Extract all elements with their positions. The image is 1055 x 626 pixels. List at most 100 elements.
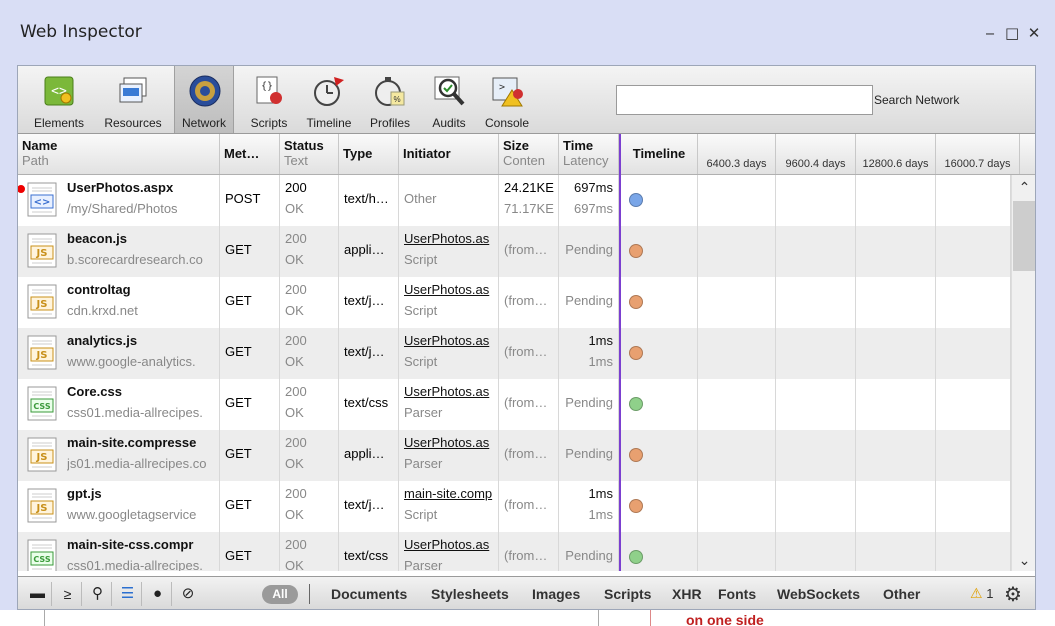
method-cell: GET: [220, 481, 280, 532]
initiator-link[interactable]: UserPhotos.as: [404, 384, 496, 399]
svg-text:CSS: CSS: [33, 555, 50, 564]
file-type-icon: JS: [27, 488, 57, 523]
timeline-marker-icon: [629, 397, 643, 411]
column-header-time[interactable]: Time Latency: [559, 134, 619, 174]
minimize-button[interactable]: ‒: [983, 24, 997, 42]
initiator-kind: Script: [404, 354, 438, 369]
column-title: Size: [503, 138, 530, 153]
size-value: (from…: [504, 293, 548, 308]
size-cell: 24.21KE 71.17KE: [499, 175, 559, 226]
vertical-scrollbar[interactable]: ⌃ ⌄: [1011, 175, 1035, 571]
initiator-link[interactable]: main-site.comp: [404, 486, 496, 501]
table-row[interactable]: CSS Core.css css01.media-allrecipes. GET 200…: [18, 379, 1011, 430]
name-cell: JS analytics.js www.google-analytics.: [18, 328, 220, 379]
filter-documents[interactable]: Documents: [331, 586, 407, 602]
time-cell: Pending: [559, 430, 619, 481]
initiator-link[interactable]: UserPhotos.as: [404, 282, 496, 297]
type-value: appli…: [344, 242, 385, 257]
resource-path: /my/Shared/Photos: [67, 201, 178, 216]
list-view-icon[interactable]: ☰: [114, 582, 142, 606]
filter-websockets[interactable]: WebSockets: [777, 586, 860, 602]
timeline-cell: [776, 430, 856, 481]
initiator-value: Other: [404, 191, 437, 206]
initiator-link[interactable]: UserPhotos.as: [404, 333, 496, 348]
initiator-link[interactable]: UserPhotos.as: [404, 231, 496, 246]
dock-icon[interactable]: ▬: [24, 582, 52, 606]
latency-value: 1ms: [588, 354, 613, 369]
table-row[interactable]: <> UserPhotos.aspx/my/Shared/Photos POST 20…: [18, 175, 1011, 226]
gear-icon[interactable]: ⚙: [1004, 582, 1022, 607]
tab-elements[interactable]: <> Elements: [24, 66, 94, 133]
latency-value: 697ms: [573, 201, 613, 216]
console-toggle-icon[interactable]: ≥: [54, 582, 82, 606]
size-cell: (from…: [499, 379, 559, 430]
resource-path: www.google-analytics.: [67, 354, 196, 369]
status-text: OK: [285, 252, 304, 267]
clear-icon[interactable]: ⊘: [174, 582, 202, 606]
method-value: GET: [225, 497, 252, 512]
name-cell: JS beacon.js b.scorecardresearch.co: [18, 226, 220, 277]
tab-label: Scripts: [250, 116, 288, 130]
svg-text:%: %: [393, 95, 400, 104]
initiator-link[interactable]: UserPhotos.as: [404, 435, 496, 450]
column-header-size[interactable]: Size Conten: [499, 134, 559, 174]
console-icon: >: [492, 77, 523, 107]
close-button[interactable]: ✕: [1027, 24, 1041, 42]
filter-fonts[interactable]: Fonts: [718, 586, 756, 602]
search-network-input[interactable]: [616, 85, 873, 115]
table-row[interactable]: CSS main-site-css.compr css01.media-allrec…: [18, 532, 1011, 571]
time-cell: Pending: [559, 532, 619, 571]
record-icon[interactable]: ●: [144, 582, 172, 606]
filter-xhr[interactable]: XHR: [672, 586, 702, 602]
tab-resources[interactable]: Resources: [98, 66, 168, 133]
scrollbar-thumb[interactable]: [1013, 201, 1035, 271]
method-value: GET: [225, 395, 252, 410]
filter-scripts[interactable]: Scripts: [604, 586, 651, 602]
tab-timeline[interactable]: Timeline: [300, 66, 358, 133]
scroll-up-icon[interactable]: ⌃: [1012, 179, 1035, 196]
column-header-initiator[interactable]: Initiator: [399, 134, 499, 174]
tab-scripts[interactable]: {} Scripts: [240, 66, 298, 133]
column-header-method[interactable]: Met…: [220, 134, 280, 174]
warning-count[interactable]: ⚠ 1: [970, 585, 993, 602]
table-row[interactable]: JS gpt.js www.googletagservice GET 200 OK text…: [18, 481, 1011, 532]
initiator-cell: UserPhotos.as Script: [399, 328, 499, 379]
scroll-down-icon[interactable]: ⌄: [1012, 552, 1035, 569]
status-code: 200: [285, 486, 307, 501]
table-row[interactable]: JS beacon.js b.scorecardresearch.co GET 200 O…: [18, 226, 1011, 277]
timeline-cell: [776, 226, 856, 277]
table-row[interactable]: JS controltag cdn.krxd.net GET 200 OK text/j… U…: [18, 277, 1011, 328]
file-type-icon: JS: [27, 437, 57, 472]
timeline-cell: [776, 532, 856, 571]
method-value: GET: [225, 446, 252, 461]
timeline-cell: [698, 328, 776, 379]
table-row[interactable]: JS analytics.js www.google-analytics. GET 20…: [18, 328, 1011, 379]
latency-value: 1ms: [588, 507, 613, 522]
filter-all-button[interactable]: All: [262, 585, 298, 604]
filter-images[interactable]: Images: [532, 586, 580, 602]
initiator-link[interactable]: UserPhotos.as: [404, 537, 496, 552]
table-row[interactable]: JS main-site.compresse js01.media-allrecip…: [18, 430, 1011, 481]
column-header-type[interactable]: Type: [339, 134, 399, 174]
type-cell: text/j…: [339, 277, 399, 328]
tab-network[interactable]: Network: [174, 66, 234, 133]
size-cell: (from…: [499, 277, 559, 328]
column-header-status[interactable]: Status Text: [280, 134, 339, 174]
time-value: Pending: [565, 446, 613, 461]
initiator-cell: UserPhotos.as Script: [399, 277, 499, 328]
tab-console[interactable]: > Console: [478, 66, 536, 133]
tab-profiles[interactable]: % Profiles: [362, 66, 418, 133]
status-code: 200: [285, 537, 307, 552]
maximize-button[interactable]: □: [1005, 24, 1019, 42]
status-cell: 200 OK: [280, 328, 339, 379]
filter-stylesheets[interactable]: Stylesheets: [431, 586, 509, 602]
timeline-cell: [856, 430, 936, 481]
timeline-cell: [936, 175, 1011, 226]
search-icon[interactable]: ⚲: [84, 582, 112, 606]
tab-audits[interactable]: Audits: [422, 66, 476, 133]
filter-other[interactable]: Other: [883, 586, 920, 602]
time-value: Pending: [565, 293, 613, 308]
column-header-name[interactable]: Name Path: [18, 134, 220, 174]
timeline-cell: [776, 481, 856, 532]
column-header-timeline[interactable]: Timeline: [621, 134, 698, 174]
